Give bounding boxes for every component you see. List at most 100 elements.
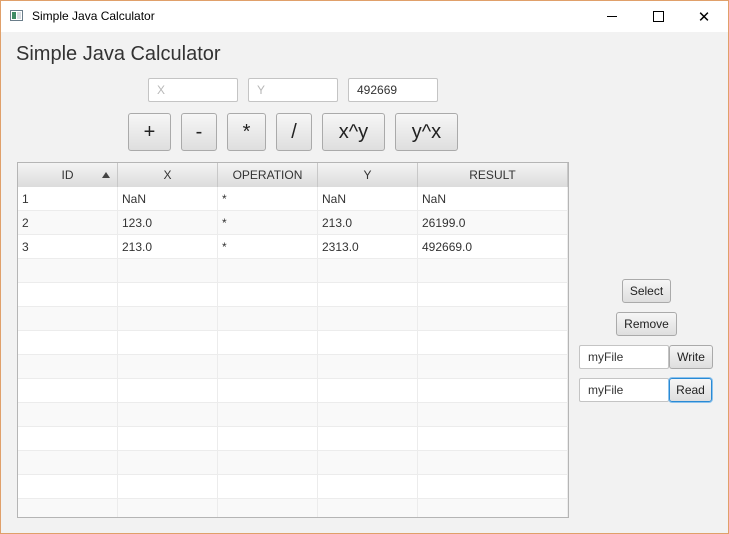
select-button[interactable]: Select <box>622 279 671 303</box>
cell-result <box>418 331 568 355</box>
column-header-id[interactable]: ID <box>18 163 118 187</box>
read-filename-input[interactable] <box>579 378 669 402</box>
cell-id: 2 <box>18 211 118 235</box>
cell-id <box>18 355 118 379</box>
cell-x <box>118 499 218 517</box>
cell-result <box>418 283 568 307</box>
empty-table-row[interactable] <box>18 355 568 379</box>
empty-table-row[interactable] <box>18 499 568 517</box>
empty-table-row[interactable] <box>18 475 568 499</box>
cell-y <box>318 403 418 427</box>
empty-table-row[interactable] <box>18 283 568 307</box>
cell-y: 2313.0 <box>318 235 418 259</box>
cell-y <box>318 283 418 307</box>
cell-id <box>18 379 118 403</box>
empty-table-row[interactable] <box>18 403 568 427</box>
cell-y <box>318 355 418 379</box>
maximize-button[interactable] <box>635 1 681 32</box>
empty-table-row[interactable] <box>18 307 568 331</box>
cell-y <box>318 379 418 403</box>
cell-operation <box>218 379 318 403</box>
cell-id <box>18 307 118 331</box>
cell-operation <box>218 499 318 517</box>
cell-result <box>418 259 568 283</box>
cell-operation <box>218 307 318 331</box>
column-header-operation[interactable]: OPERATION <box>218 163 318 187</box>
cell-operation: * <box>218 187 318 211</box>
cell-y: 213.0 <box>318 211 418 235</box>
result-field[interactable] <box>348 78 438 102</box>
cell-x: NaN <box>118 187 218 211</box>
cell-id <box>18 475 118 499</box>
cell-x <box>118 355 218 379</box>
title-bar: Simple Java Calculator ✕ <box>1 1 728 32</box>
empty-table-row[interactable] <box>18 427 568 451</box>
cell-result: 26199.0 <box>418 211 568 235</box>
read-button[interactable]: Read <box>669 378 712 402</box>
cell-result <box>418 307 568 331</box>
column-header-x[interactable]: X <box>118 163 218 187</box>
close-button[interactable]: ✕ <box>681 1 727 32</box>
column-header-result[interactable]: RESULT <box>418 163 568 187</box>
window-title: Simple Java Calculator <box>32 9 155 23</box>
write-button[interactable]: Write <box>669 345 713 369</box>
cell-id <box>18 499 118 517</box>
cell-x <box>118 259 218 283</box>
add-button[interactable]: + <box>128 113 171 151</box>
cell-operation: * <box>218 211 318 235</box>
cell-operation <box>218 259 318 283</box>
cell-operation <box>218 403 318 427</box>
subtract-button[interactable]: - <box>181 113 217 151</box>
cell-result <box>418 403 568 427</box>
app-window: Simple Java Calculator ✕ Simple Java Cal… <box>0 0 729 534</box>
y-input[interactable] <box>248 78 338 102</box>
cell-x <box>118 283 218 307</box>
cell-result <box>418 427 568 451</box>
minimize-button[interactable] <box>589 1 635 32</box>
close-icon: ✕ <box>697 8 711 26</box>
cell-y <box>318 451 418 475</box>
table-row[interactable]: 3 213.0 * 2313.0 492669.0 <box>18 235 568 259</box>
cell-y <box>318 475 418 499</box>
cell-x <box>118 451 218 475</box>
empty-table-row[interactable] <box>18 331 568 355</box>
power-y-x-button[interactable]: y^x <box>395 113 458 151</box>
cell-y <box>318 259 418 283</box>
cell-id: 3 <box>18 235 118 259</box>
cell-result <box>418 475 568 499</box>
history-table[interactable]: ID X OPERATION Y RESULT 1 NaN * NaN NaN 2 123.… <box>17 162 569 518</box>
power-x-y-button[interactable]: x^y <box>322 113 385 151</box>
divide-button[interactable]: / <box>276 113 312 151</box>
empty-table-row[interactable] <box>18 451 568 475</box>
cell-x <box>118 475 218 499</box>
cell-y <box>318 427 418 451</box>
cell-result <box>418 355 568 379</box>
empty-table-row[interactable] <box>18 259 568 283</box>
cell-x <box>118 331 218 355</box>
table-header: ID X OPERATION Y RESULT <box>18 163 568 188</box>
table-row[interactable]: 1 NaN * NaN NaN <box>18 187 568 211</box>
cell-result: NaN <box>418 187 568 211</box>
cell-operation <box>218 331 318 355</box>
column-header-y[interactable]: Y <box>318 163 418 187</box>
cell-x <box>118 403 218 427</box>
cell-x: 213.0 <box>118 235 218 259</box>
x-input[interactable] <box>148 78 238 102</box>
cell-id <box>18 427 118 451</box>
cell-operation: * <box>218 235 318 259</box>
table-row[interactable]: 2 123.0 * 213.0 26199.0 <box>18 211 568 235</box>
cell-result <box>418 499 568 517</box>
app-heading: Simple Java Calculator <box>16 43 221 65</box>
java-app-icon <box>10 10 23 21</box>
multiply-button[interactable]: * <box>227 113 266 151</box>
cell-id <box>18 283 118 307</box>
sort-ascending-icon <box>102 172 110 178</box>
cell-id <box>18 331 118 355</box>
empty-table-row[interactable] <box>18 379 568 403</box>
cell-operation <box>218 475 318 499</box>
cell-id: 1 <box>18 187 118 211</box>
cell-y <box>318 307 418 331</box>
write-filename-input[interactable] <box>579 345 669 369</box>
remove-button[interactable]: Remove <box>616 312 677 336</box>
cell-y: NaN <box>318 187 418 211</box>
